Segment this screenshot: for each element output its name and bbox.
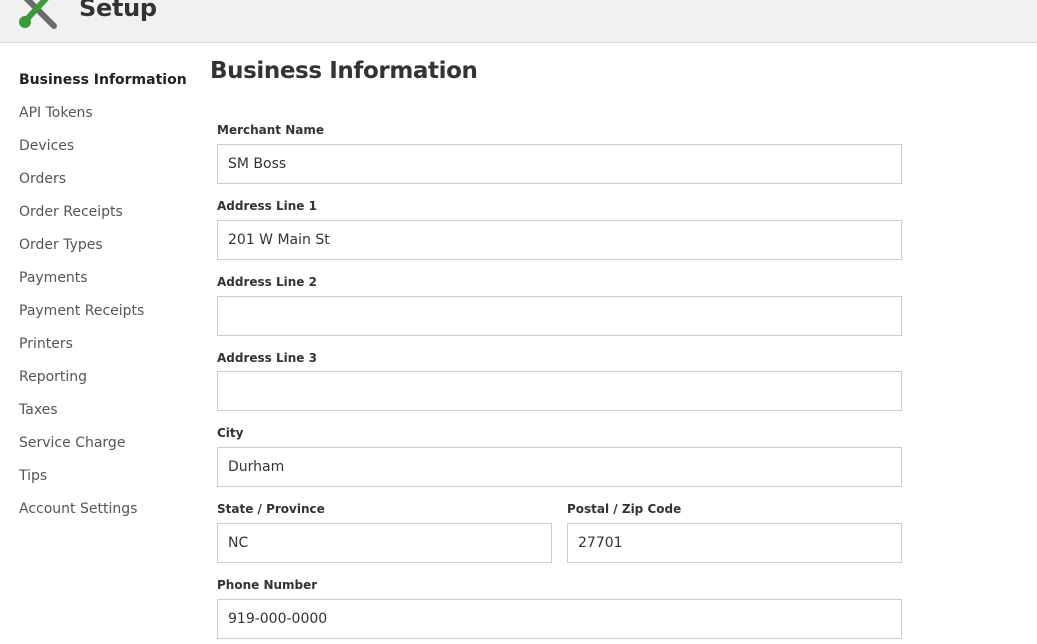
address-line-1-label: Address Line 1 (217, 199, 317, 213)
address-line-2-input[interactable] (217, 296, 902, 336)
postal-code-input[interactable] (567, 523, 902, 563)
sidebar-item-order-types[interactable]: Order Types (19, 231, 199, 264)
phone-number-label: Phone Number (217, 578, 318, 592)
sidebar-item-devices[interactable]: Devices (19, 132, 199, 165)
sidebar-item-payments[interactable]: Payments (19, 264, 199, 297)
page-title: Business Information (210, 58, 478, 84)
address-line-3-input[interactable] (217, 371, 902, 411)
sidebar-item-tips[interactable]: Tips (19, 462, 199, 495)
sidebar-item-printers[interactable]: Printers (19, 330, 199, 363)
state-province-label: State / Province (217, 502, 325, 516)
address-line-1-input[interactable] (217, 220, 902, 260)
sidebar-item-orders[interactable]: Orders (19, 165, 199, 198)
page-header-title: Setup (79, 0, 157, 22)
address-line-2-label: Address Line 2 (217, 275, 317, 289)
state-province-input[interactable] (217, 523, 552, 563)
app-header: Setup (0, 0, 1037, 43)
tools-icon (19, 0, 57, 29)
sidebar-item-order-receipts[interactable]: Order Receipts (19, 198, 199, 231)
city-input[interactable] (217, 447, 902, 487)
sidebar-item-api-tokens[interactable]: API Tokens (19, 99, 199, 132)
settings-sidebar: Business Information API Tokens Devices … (19, 66, 199, 528)
merchant-name-label: Merchant Name (217, 123, 324, 137)
merchant-name-input[interactable] (217, 144, 902, 184)
postal-code-label: Postal / Zip Code (567, 502, 682, 516)
sidebar-item-reporting[interactable]: Reporting (19, 363, 199, 396)
sidebar-item-account-settings[interactable]: Account Settings (19, 495, 199, 528)
sidebar-item-payment-receipts[interactable]: Payment Receipts (19, 297, 199, 330)
phone-number-input[interactable] (217, 599, 902, 639)
sidebar-item-business-information[interactable]: Business Information (19, 66, 199, 99)
sidebar-item-service-charge[interactable]: Service Charge (19, 429, 199, 462)
city-label: City (217, 426, 244, 440)
sidebar-item-taxes[interactable]: Taxes (19, 396, 199, 429)
address-line-3-label: Address Line 3 (217, 351, 317, 365)
